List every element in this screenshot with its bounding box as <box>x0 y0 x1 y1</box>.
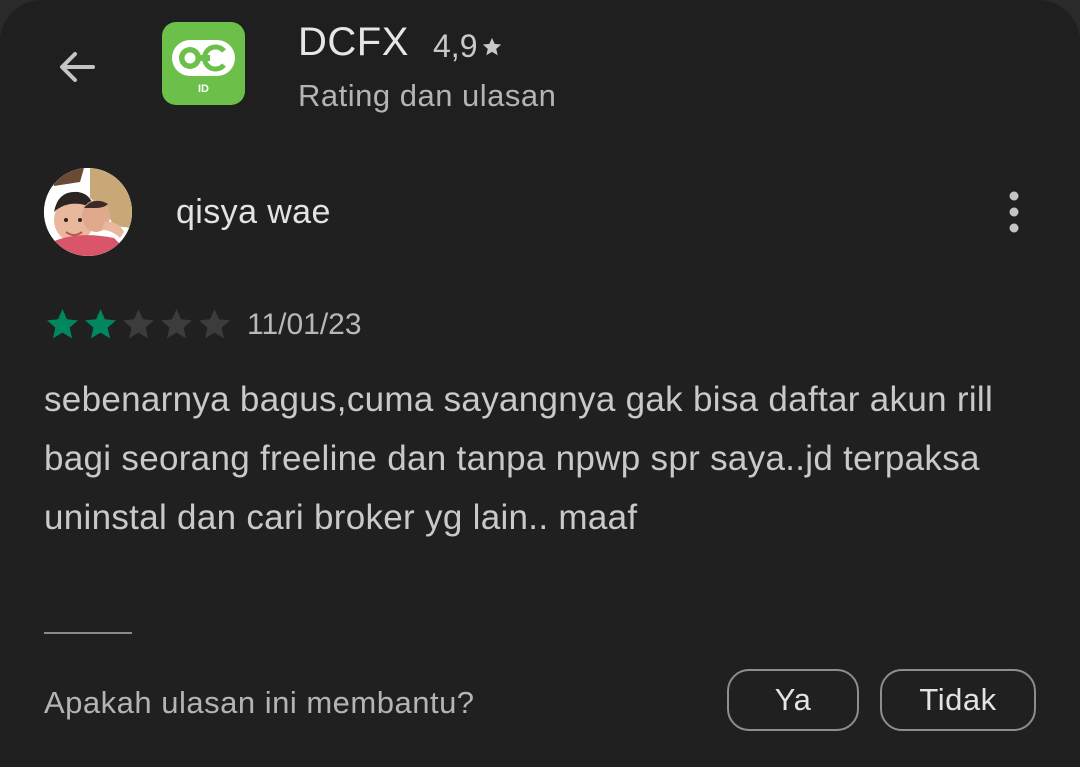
app-rating-value: 4,9 <box>433 28 478 64</box>
review-date: 11/01/23 <box>247 308 362 341</box>
more-vert-icon <box>1009 191 1019 233</box>
back-button[interactable] <box>40 30 114 104</box>
star-icon <box>483 37 502 55</box>
page-subtitle: Rating dan ulasan <box>298 78 557 113</box>
helpful-question: Apakah ulasan ini membantu? <box>44 685 475 720</box>
star-empty-icon <box>199 309 230 339</box>
helpful-yes-button[interactable]: Ya <box>727 669 859 731</box>
app-icon[interactable]: ID <box>162 22 245 105</box>
review-star-rating <box>44 306 233 343</box>
divider <box>44 632 132 634</box>
screen: ID DCFX 4,9 Rating dan ulasan qisya wae … <box>0 0 1080 767</box>
app-rating: 4,9 <box>433 28 503 65</box>
more-options-button[interactable] <box>990 186 1038 238</box>
reviewer-avatar <box>44 168 132 256</box>
star-filled-icon <box>47 309 78 339</box>
star-empty-icon <box>123 309 154 339</box>
star-empty-icon <box>161 309 192 339</box>
reviewer-name: qisya wae <box>176 193 331 231</box>
review-text: sebenarnya bagus,cuma sayangnya gak bisa… <box>44 380 994 537</box>
helpful-no-button[interactable]: Tidak <box>880 669 1036 731</box>
app-icon-label: ID <box>198 83 209 95</box>
star-filled-icon <box>85 309 116 339</box>
app-title: DCFX <box>298 20 409 64</box>
top-app-bar: ID DCFX 4,9 Rating dan ulasan <box>0 0 1080 140</box>
arrow-back-icon <box>60 52 95 82</box>
